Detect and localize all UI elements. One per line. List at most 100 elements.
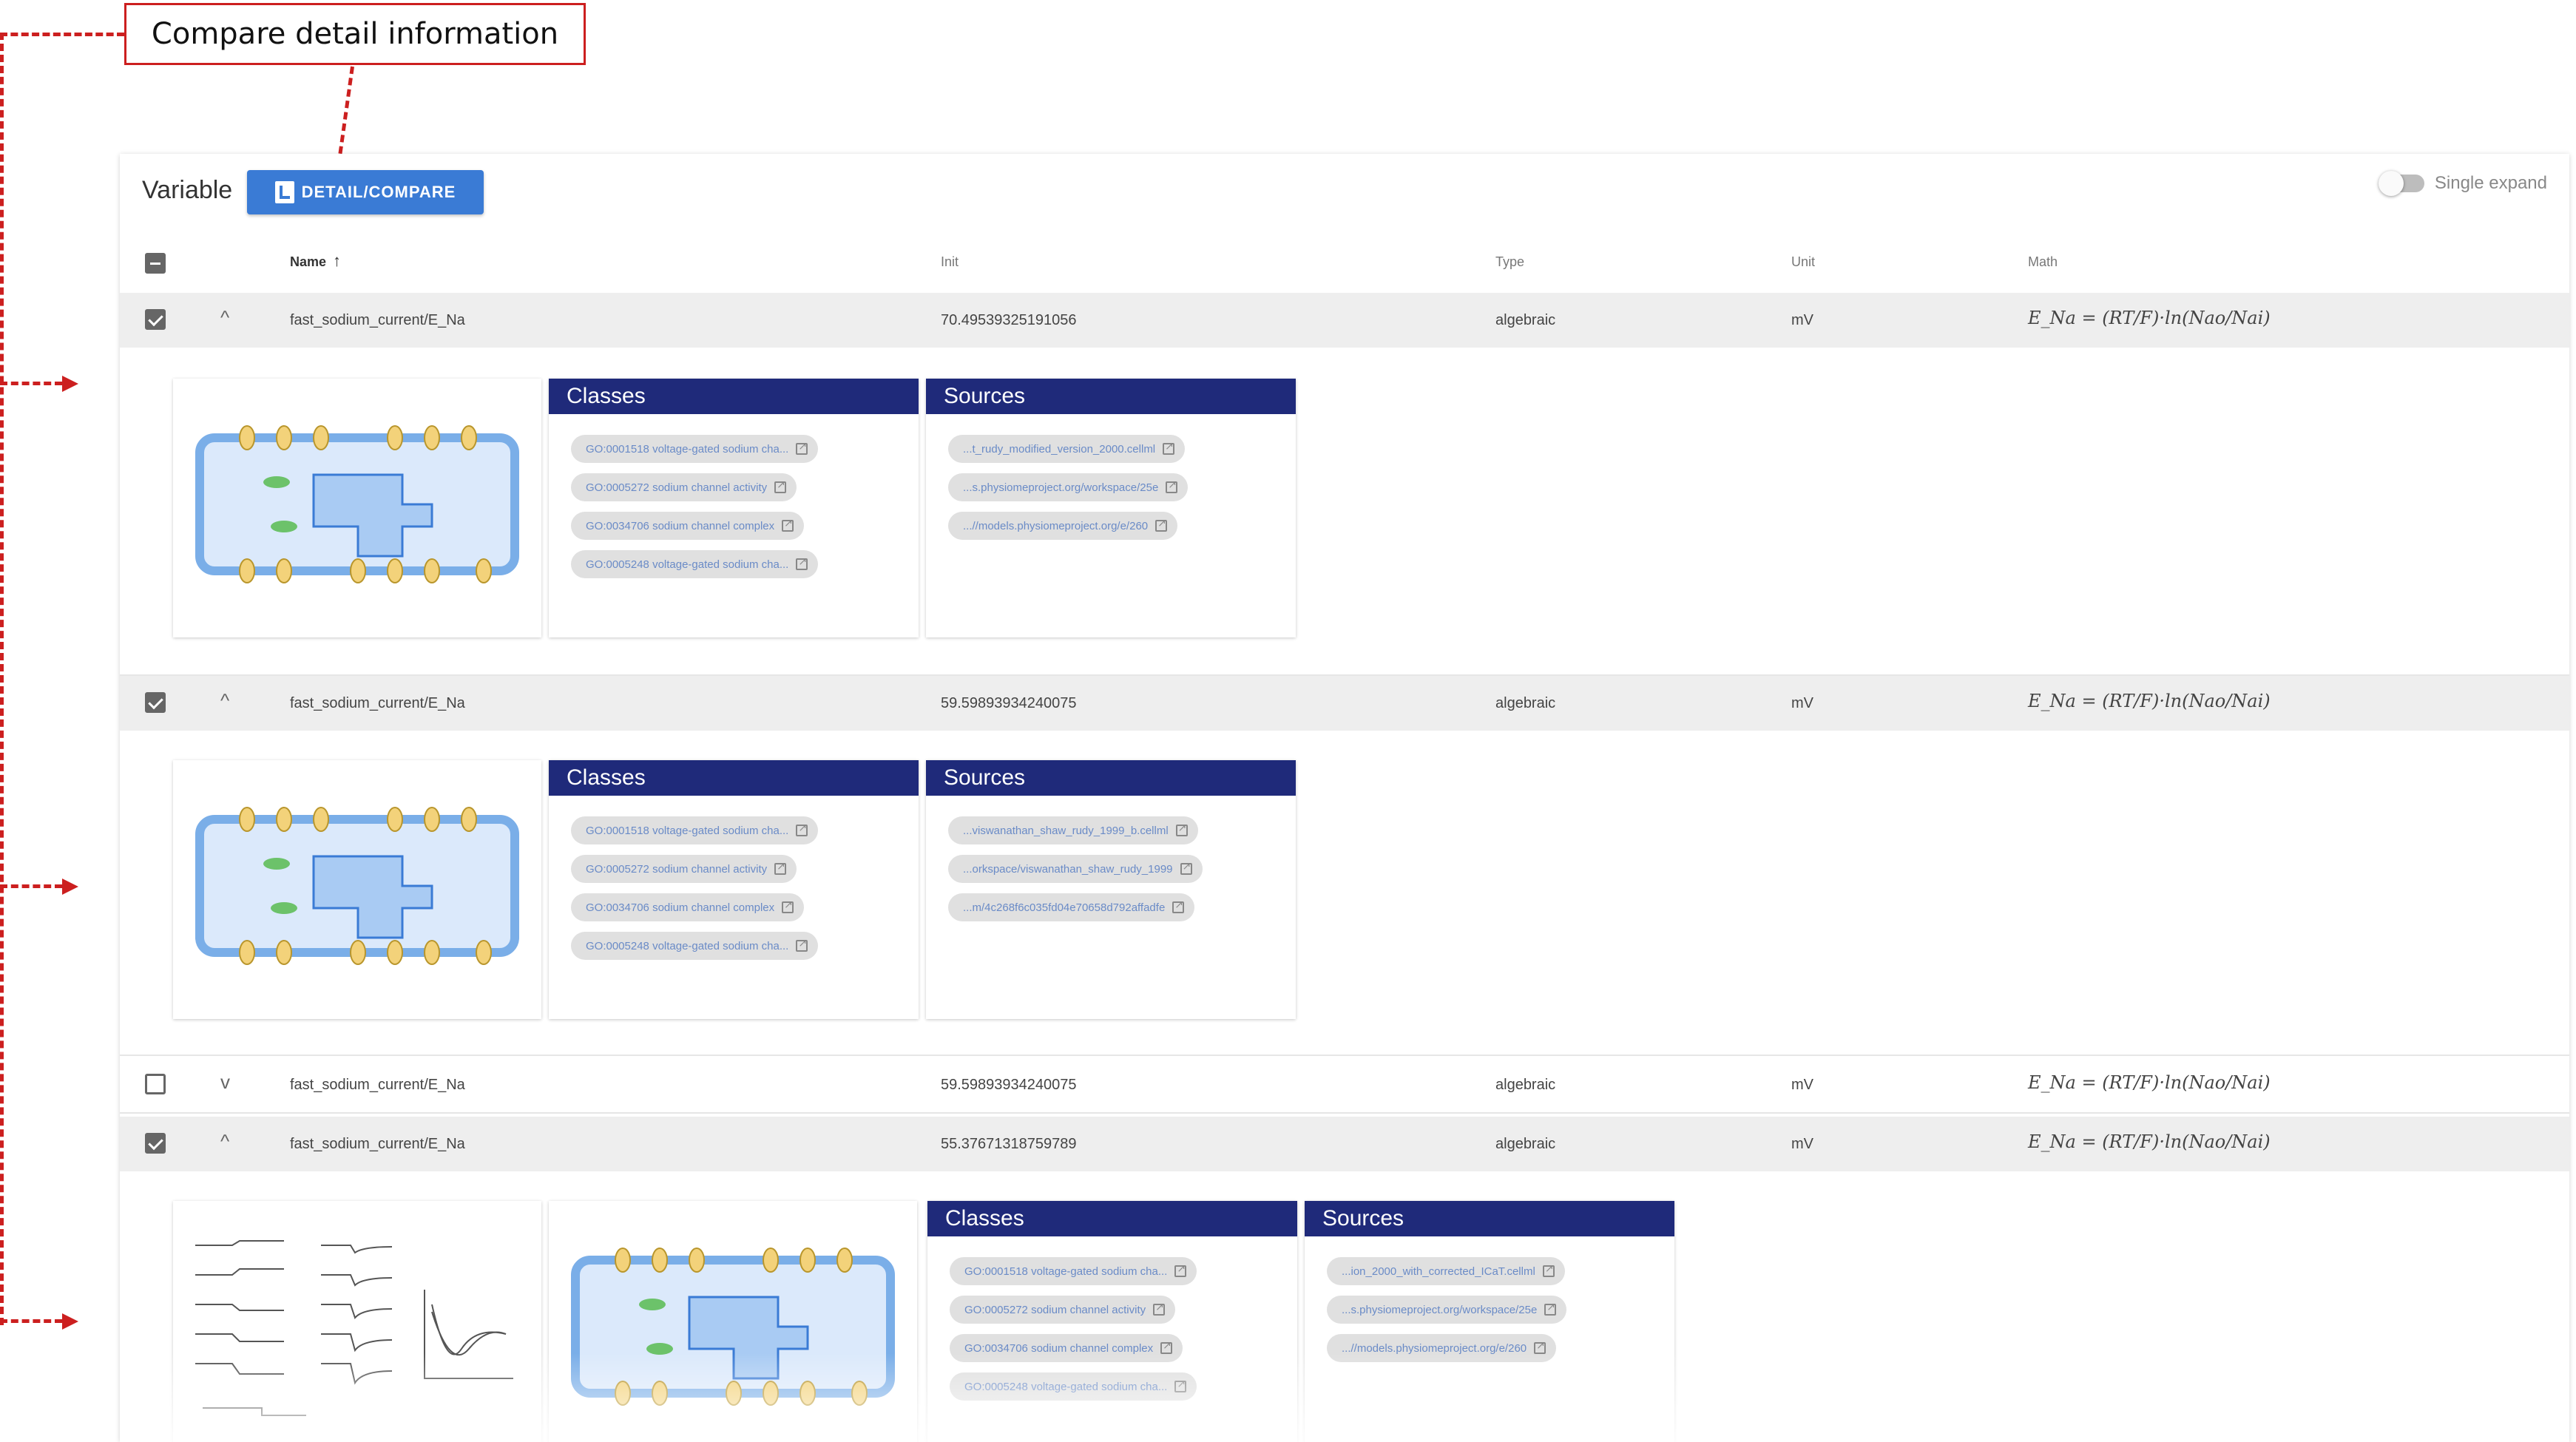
source-chip[interactable]: ...s.physiomeproject.org/workspace/25e: [948, 473, 1189, 501]
class-chip-label: GO:0005248 voltage-gated sodium cha...: [586, 558, 789, 571]
annotation-arrowhead: [62, 376, 78, 392]
class-chip[interactable]: GO:0005272 sodium channel activity: [950, 1296, 1176, 1324]
row-init: 55.376713187597​89: [941, 1136, 1077, 1152]
collapse-chevron-icon[interactable]: ^: [220, 689, 229, 712]
column-header-init[interactable]: Init: [941, 254, 959, 270]
row-type: algebraic: [1495, 312, 1556, 328]
class-chip[interactable]: GO:0034706 sodium channel complex: [571, 893, 805, 921]
table-row[interactable]: ^ fast_sodium_current/E_Na 55.3767131875…: [120, 1117, 2569, 1171]
source-chip[interactable]: ...ion_2000_with_corrected_ICaT.cellml: [1327, 1257, 1565, 1285]
source-chip-label: ...t_rudy_modified_version_2000.cellml: [963, 442, 1156, 456]
source-chip-label: ...//models.physiomeproject.org/e/260: [963, 519, 1149, 532]
row-init: 59.598939342400​75: [941, 1077, 1077, 1093]
class-chip[interactable]: GO:0001518 voltage-gated sodium cha...: [571, 435, 819, 463]
row-checkbox[interactable]: [145, 692, 166, 713]
row-math: E_Na = (RT/F)·ln(Nao/Nai): [2028, 308, 2271, 328]
class-chip-label: GO:0005272 sodium channel activity: [586, 481, 768, 494]
source-chip[interactable]: ...orkspace/viswanathan_shaw_rudy_1999: [948, 855, 1203, 883]
external-link-icon: [782, 898, 794, 913]
class-chip[interactable]: GO:0034706 sodium channel complex: [571, 512, 805, 540]
single-expand-label: Single expand: [2434, 173, 2547, 193]
toggle-switch[interactable]: [2378, 171, 2424, 196]
source-chip[interactable]: ...viswanathan_shaw_rudy_1999_b.cellml: [948, 816, 1198, 844]
source-chip[interactable]: ...m/4c268f6c035fd04e70658d792affadfe: [948, 893, 1195, 921]
sources-card-title: Sources: [1305, 1201, 1674, 1236]
row-type: algebraic: [1495, 1077, 1556, 1093]
class-chip[interactable]: GO:0001518 voltage-gated sodium cha...: [571, 816, 819, 844]
cell-diagram-thumbnail[interactable]: [173, 379, 541, 637]
class-chip-label: GO:0001518 voltage-gated sodium cha...: [964, 1265, 1168, 1278]
collapse-chevron-icon[interactable]: ^: [220, 1130, 229, 1153]
external-link-icon: [782, 517, 794, 532]
external-link-icon: [1172, 898, 1185, 913]
detail-compare-button[interactable]: DETAIL/COMPARE: [247, 170, 484, 214]
column-header-name[interactable]: Name: [290, 254, 326, 270]
table-row[interactable]: v fast_sodium_current/E_Na 59.5989393424…: [120, 1057, 2569, 1114]
source-chip[interactable]: ...//models.physiomeproject.org/e/260: [948, 512, 1178, 540]
cell-diagram-thumbnail[interactable]: [173, 760, 541, 1019]
external-link-icon: [1160, 1339, 1173, 1354]
row-checkbox[interactable]: [145, 1074, 166, 1094]
class-chip[interactable]: GO:0001518 voltage-gated sodium cha...: [950, 1257, 1197, 1285]
class-chip-label: GO:0001518 voltage-gated sodium cha...: [586, 442, 789, 456]
table-row[interactable]: ^ fast_sodium_current/E_Na 59.5989393424…: [120, 676, 2569, 731]
row-name: fast_sodium_current/E_Na: [290, 1077, 465, 1093]
external-link-icon: [1155, 517, 1168, 532]
class-chip[interactable]: GO:0005248 voltage-gated sodium cha...: [571, 550, 819, 578]
source-chip-label: ...viswanathan_shaw_rudy_1999_b.cellml: [963, 824, 1169, 837]
annotation-label: Compare detail information: [151, 17, 559, 51]
annotation-arrowhead: [62, 879, 78, 895]
table-row[interactable]: ^ fast_sodium_current/E_Na 70.4953932519…: [120, 293, 2569, 348]
collapse-chevron-icon[interactable]: ^: [220, 306, 229, 329]
sources-card-title: Sources: [926, 760, 1296, 796]
row-checkbox[interactable]: [145, 309, 166, 330]
source-chip-label: ...//models.physiomeproject.org/e/260: [1342, 1341, 1527, 1355]
external-link-icon: [1544, 1301, 1557, 1316]
external-link-icon: [796, 822, 808, 836]
detail-compare-label: DETAIL/COMPARE: [301, 183, 456, 201]
sort-arrow-icon[interactable]: ↑: [333, 251, 341, 271]
annotation-connector: [0, 33, 4, 1325]
column-header-unit[interactable]: Unit: [1791, 254, 1815, 270]
row-init: 59.598939342400​75: [941, 695, 1077, 711]
source-chip[interactable]: ...t_rudy_modified_version_2000.cellml: [948, 435, 1186, 463]
row-unit: mV: [1791, 1136, 1813, 1152]
row-detail-panel: Classes GO:0001518 voltage-gated sodium …: [120, 349, 2569, 676]
select-all-checkbox[interactable]: [145, 253, 166, 274]
class-chip-label: GO:0034706 sodium channel complex: [586, 901, 775, 914]
row-name: fast_sodium_current/E_Na: [290, 1136, 465, 1152]
row-checkbox[interactable]: [145, 1133, 166, 1154]
toggle-knob: [2378, 171, 2404, 196]
sources-card: Sources ...t_rudy_modified_version_2000.…: [926, 379, 1296, 637]
external-link-icon: [1534, 1339, 1546, 1354]
external-link-icon: [774, 478, 787, 493]
column-header-math[interactable]: Math: [2028, 254, 2058, 270]
external-link-icon: [1174, 1262, 1187, 1277]
source-chip[interactable]: ...s.physiomeproject.org/workspace/25e: [1327, 1296, 1567, 1324]
column-header-type[interactable]: Type: [1495, 254, 1524, 270]
class-chip-label: GO:0005248 voltage-gated sodium cha...: [586, 939, 789, 952]
row-math: E_Na = (RT/F)·ln(Nao/Nai): [2028, 691, 2271, 711]
expand-chevron-icon[interactable]: v: [220, 1071, 230, 1094]
row-math: E_Na = (RT/F)·ln(Nao/Nai): [2028, 1131, 2271, 1152]
class-chip[interactable]: GO:0005272 sodium channel activity: [571, 473, 797, 501]
row-math: E_Na = (RT/F)·ln(Nao/Nai): [2028, 1072, 2271, 1093]
external-link-icon: [1542, 1262, 1555, 1277]
external-link-icon: [796, 555, 808, 570]
compare-icon: [274, 181, 294, 203]
class-chip[interactable]: GO:0005248 voltage-gated sodium cha...: [571, 932, 819, 960]
classes-card-title: Classes: [549, 760, 919, 796]
external-link-icon: [1163, 440, 1175, 455]
classes-card-title: Classes: [549, 379, 919, 414]
row-type: algebraic: [1495, 695, 1556, 711]
source-chip-label: ...s.physiomeproject.org/workspace/25e: [963, 481, 1159, 494]
class-chip-label: GO:0005272 sodium channel activity: [586, 862, 768, 876]
single-expand-toggle[interactable]: Single expand: [2378, 171, 2547, 196]
external-link-icon: [1153, 1301, 1166, 1316]
row-type: algebraic: [1495, 1136, 1556, 1152]
table-header: Name ↑ Init Type Unit Math: [120, 237, 2569, 290]
row-unit: mV: [1791, 1077, 1813, 1093]
class-chip[interactable]: GO:0005272 sodium channel activity: [571, 855, 797, 883]
sources-card: Sources ...viswanathan_shaw_rudy_1999_b.…: [926, 760, 1296, 1019]
bottom-fade: [120, 1353, 2569, 1442]
